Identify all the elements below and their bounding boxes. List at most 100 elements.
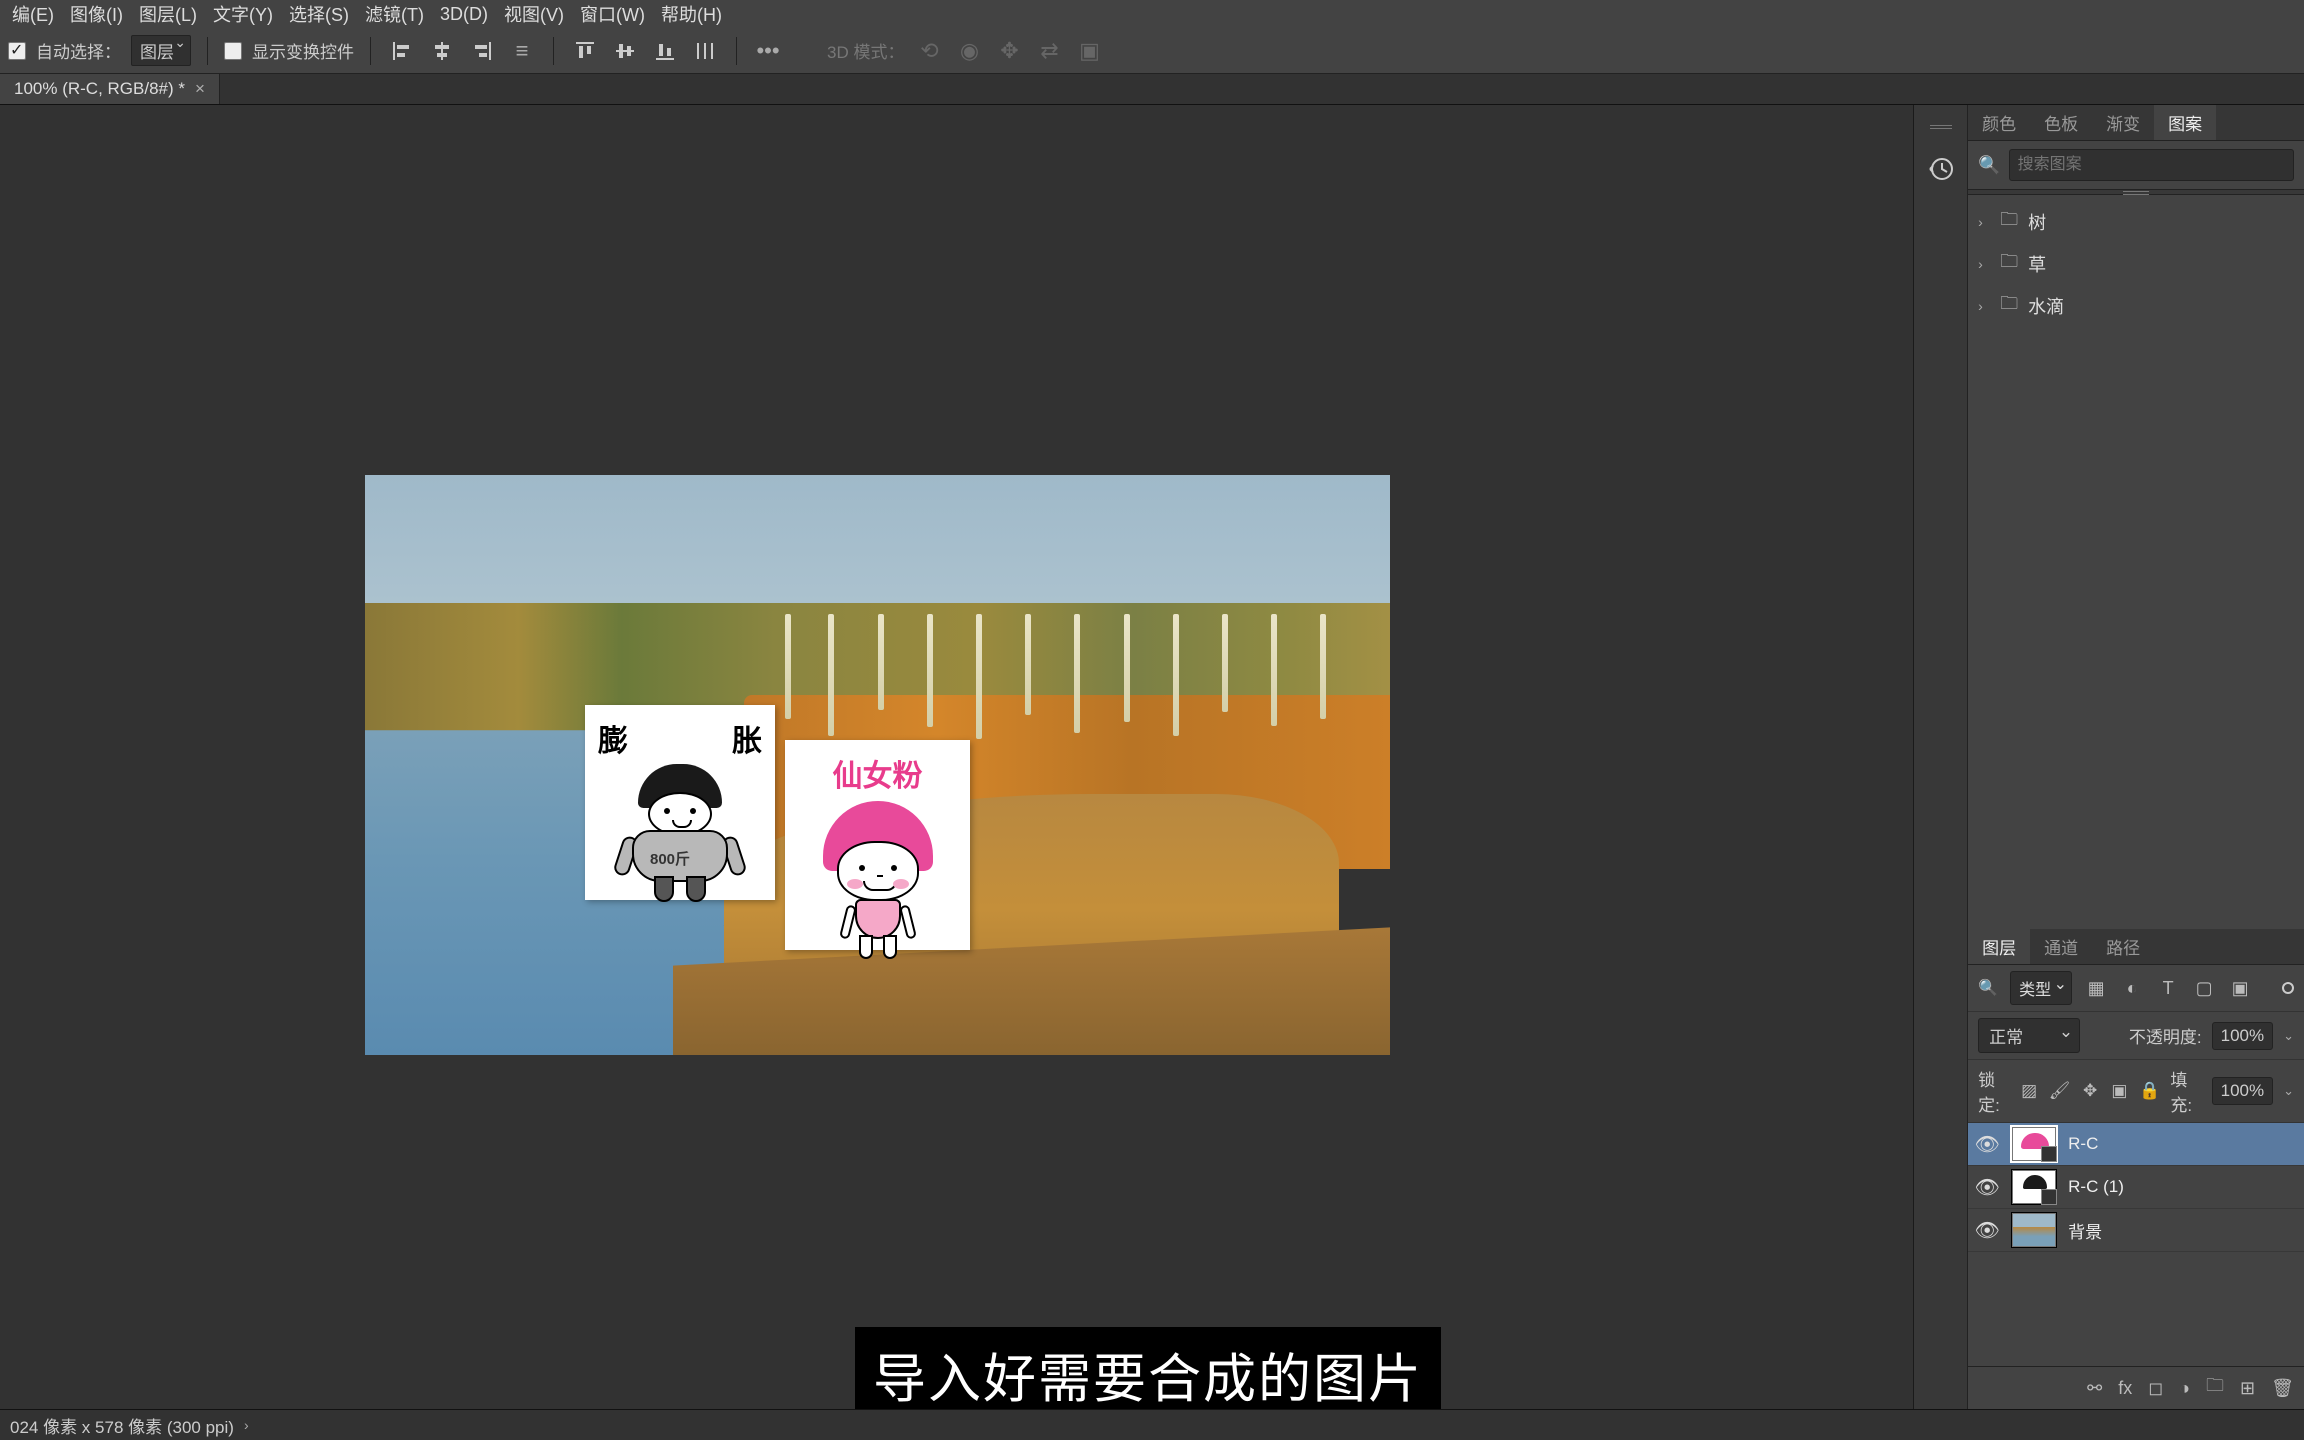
right-panel-group: 颜色 色板 渐变 图案 🔍 › 🗀 树 › 🗀 草 bbox=[1913, 105, 2304, 1409]
fill-label: 填充: bbox=[2170, 1066, 2201, 1116]
auto-select-dropdown[interactable]: 图层 bbox=[131, 35, 191, 66]
close-tab-icon[interactable]: × bbox=[195, 79, 205, 99]
filter-pixel-icon[interactable]: ▦ bbox=[2084, 976, 2108, 1000]
panel-divider[interactable] bbox=[1968, 189, 2304, 195]
opacity-stepper-icon[interactable]: ⌄ bbox=[2283, 1028, 2294, 1044]
history-icon[interactable] bbox=[1919, 147, 1963, 191]
blend-mode-dropdown[interactable]: 正常 bbox=[1978, 1018, 2080, 1053]
layer-mask-icon[interactable]: ◻ bbox=[2148, 1378, 2163, 1399]
3d-camera-icon: ▣ bbox=[1074, 36, 1104, 66]
layer-name[interactable]: R-C (1) bbox=[2068, 1177, 2124, 1197]
canvas-sticker-2[interactable]: 仙女粉 bbox=[785, 740, 970, 950]
new-layer-icon[interactable]: ⊞ bbox=[2240, 1378, 2255, 1399]
align-top-icon[interactable] bbox=[570, 36, 600, 66]
filter-type-icon[interactable]: T bbox=[2156, 976, 2180, 1000]
fill-stepper-icon[interactable]: ⌄ bbox=[2283, 1083, 2294, 1099]
pattern-folder-tree[interactable]: › 🗀 树 bbox=[1968, 201, 2304, 243]
status-menu-icon[interactable]: › bbox=[244, 1417, 249, 1433]
adjustment-layer-icon[interactable]: ◑ bbox=[2179, 1378, 2190, 1399]
mode-3d-label: 3D 模式： bbox=[827, 38, 904, 63]
pattern-folder-grass[interactable]: › 🗀 草 bbox=[1968, 243, 2304, 285]
canvas-sticker-1[interactable]: 膨 胀 800斤 bbox=[585, 705, 775, 900]
filter-toggle[interactable] bbox=[2282, 982, 2294, 994]
layer-name[interactable]: R-C bbox=[2068, 1134, 2098, 1154]
layer-list[interactable]: 👁 R-C 👁 R-C (1) 👁 背景 bbox=[1968, 1123, 2304, 1366]
tab-color[interactable]: 颜色 bbox=[1968, 105, 2030, 140]
tab-swatches[interactable]: 色板 bbox=[2030, 105, 2092, 140]
auto-select-checkbox[interactable] bbox=[8, 42, 26, 60]
opacity-value[interactable]: 100% bbox=[2212, 1022, 2273, 1050]
pattern-folder-water[interactable]: › 🗀 水滴 bbox=[1968, 285, 2304, 327]
tab-patterns[interactable]: 图案 bbox=[2154, 105, 2216, 140]
menu-image[interactable]: 图像(I) bbox=[62, 1, 131, 27]
menu-layer[interactable]: 图层(L) bbox=[131, 1, 205, 27]
layer-filter-dropdown[interactable]: 类型 bbox=[2010, 971, 2072, 1005]
layer-thumbnail[interactable] bbox=[2012, 1127, 2056, 1161]
sticker1-weight-text: 800斤 bbox=[650, 848, 690, 869]
menu-select[interactable]: 选择(S) bbox=[281, 1, 357, 27]
document-canvas[interactable]: 膨 胀 800斤 仙女粉 bbox=[365, 475, 1390, 1055]
lock-pixels-icon[interactable]: 🖌 bbox=[2049, 1080, 2071, 1102]
tab-paths[interactable]: 路径 bbox=[2092, 929, 2154, 964]
opacity-label: 不透明度: bbox=[2129, 1023, 2202, 1048]
layer-thumbnail[interactable] bbox=[2012, 1213, 2056, 1247]
layer-name[interactable]: 背景 bbox=[2068, 1218, 2102, 1243]
more-options-icon[interactable]: ••• bbox=[753, 36, 783, 66]
document-tab-title: 100% (R-C, RGB/8#) * bbox=[14, 79, 185, 99]
filter-adjustment-icon[interactable]: ◐ bbox=[2120, 976, 2144, 1000]
layer-style-icon[interactable]: fx bbox=[2118, 1378, 2132, 1399]
visibility-toggle-icon[interactable]: 👁 bbox=[1974, 1175, 2000, 1200]
menu-help[interactable]: 帮助(H) bbox=[653, 1, 730, 27]
layer-item[interactable]: 👁 背景 bbox=[1968, 1209, 2304, 1252]
lock-transparency-icon[interactable]: ▨ bbox=[2019, 1080, 2038, 1102]
patterns-search-input[interactable] bbox=[2009, 149, 2294, 181]
layer-item[interactable]: 👁 R-C bbox=[1968, 1123, 2304, 1166]
tab-channels[interactable]: 通道 bbox=[2030, 929, 2092, 964]
menu-window[interactable]: 窗口(W) bbox=[572, 1, 653, 27]
align-bottom-icon[interactable] bbox=[650, 36, 680, 66]
lock-position-icon[interactable]: ✥ bbox=[2080, 1080, 2099, 1102]
3d-roll-icon: ◉ bbox=[954, 36, 984, 66]
search-icon: 🔍 bbox=[1978, 978, 1998, 998]
show-transform-checkbox[interactable] bbox=[224, 42, 242, 60]
patterns-panel-tabs: 颜色 色板 渐变 图案 bbox=[1968, 105, 2304, 141]
align-center-h-icon[interactable] bbox=[427, 36, 457, 66]
tab-gradients[interactable]: 渐变 bbox=[2092, 105, 2154, 140]
align-left-icon[interactable] bbox=[387, 36, 417, 66]
status-bar: 024 像素 x 578 像素 (300 ppi) › bbox=[0, 1409, 2304, 1440]
menu-type[interactable]: 文字(Y) bbox=[205, 1, 281, 27]
3d-pan-icon: ✥ bbox=[994, 36, 1024, 66]
sticker1-text-right: 胀 bbox=[732, 716, 762, 760]
link-layers-icon[interactable]: ⚯ bbox=[2087, 1378, 2102, 1399]
lock-label: 锁定: bbox=[1978, 1066, 2009, 1116]
patterns-tree[interactable]: › 🗀 树 › 🗀 草 › 🗀 水滴 bbox=[1968, 195, 2304, 929]
lock-all-icon[interactable]: 🔒 bbox=[2139, 1080, 2160, 1102]
status-dimensions: 024 像素 x 578 像素 (300 ppi) bbox=[10, 1413, 234, 1438]
chevron-right-icon: › bbox=[1978, 256, 1990, 272]
tab-layers[interactable]: 图层 bbox=[1968, 929, 2030, 964]
distribute-icon[interactable] bbox=[690, 36, 720, 66]
align-center-v-icon[interactable] bbox=[610, 36, 640, 66]
menu-3d[interactable]: 3D(D) bbox=[432, 4, 496, 25]
visibility-toggle-icon[interactable]: 👁 bbox=[1974, 1132, 2000, 1157]
filter-shape-icon[interactable]: ▢ bbox=[2192, 976, 2216, 1000]
menu-filter[interactable]: 滤镜(T) bbox=[357, 1, 432, 27]
menu-view[interactable]: 视图(V) bbox=[496, 1, 572, 27]
align-right-icon[interactable] bbox=[467, 36, 497, 66]
layer-item[interactable]: 👁 R-C (1) bbox=[1968, 1166, 2304, 1209]
dock-grip[interactable] bbox=[1930, 125, 1952, 131]
layer-thumbnail[interactable] bbox=[2012, 1170, 2056, 1204]
filter-smart-icon[interactable]: ▣ bbox=[2228, 976, 2252, 1000]
lock-artboard-icon[interactable]: ▣ bbox=[2110, 1080, 2129, 1102]
fill-value[interactable]: 100% bbox=[2212, 1077, 2273, 1105]
options-bar: 自动选择： 图层 显示变换控件 ≡ ••• 3D 模式： ⟲ ◉ ✥ ⇄ ▣ bbox=[0, 28, 2304, 74]
document-tab[interactable]: 100% (R-C, RGB/8#) * × bbox=[0, 74, 220, 104]
align-menu-icon[interactable]: ≡ bbox=[507, 36, 537, 66]
delete-layer-icon[interactable]: 🗑 bbox=[2271, 1378, 2294, 1399]
layer-filter-row: 🔍 类型 ▦ ◐ T ▢ ▣ bbox=[1968, 965, 2304, 1012]
3d-slide-icon: ⇄ bbox=[1034, 36, 1064, 66]
menu-edit[interactable]: 编(E) bbox=[4, 1, 62, 27]
canvas-area[interactable]: 膨 胀 800斤 仙女粉 bbox=[0, 105, 1913, 1409]
visibility-toggle-icon[interactable]: 👁 bbox=[1974, 1218, 2000, 1243]
group-icon[interactable]: 🗀 bbox=[2206, 1373, 2224, 1403]
